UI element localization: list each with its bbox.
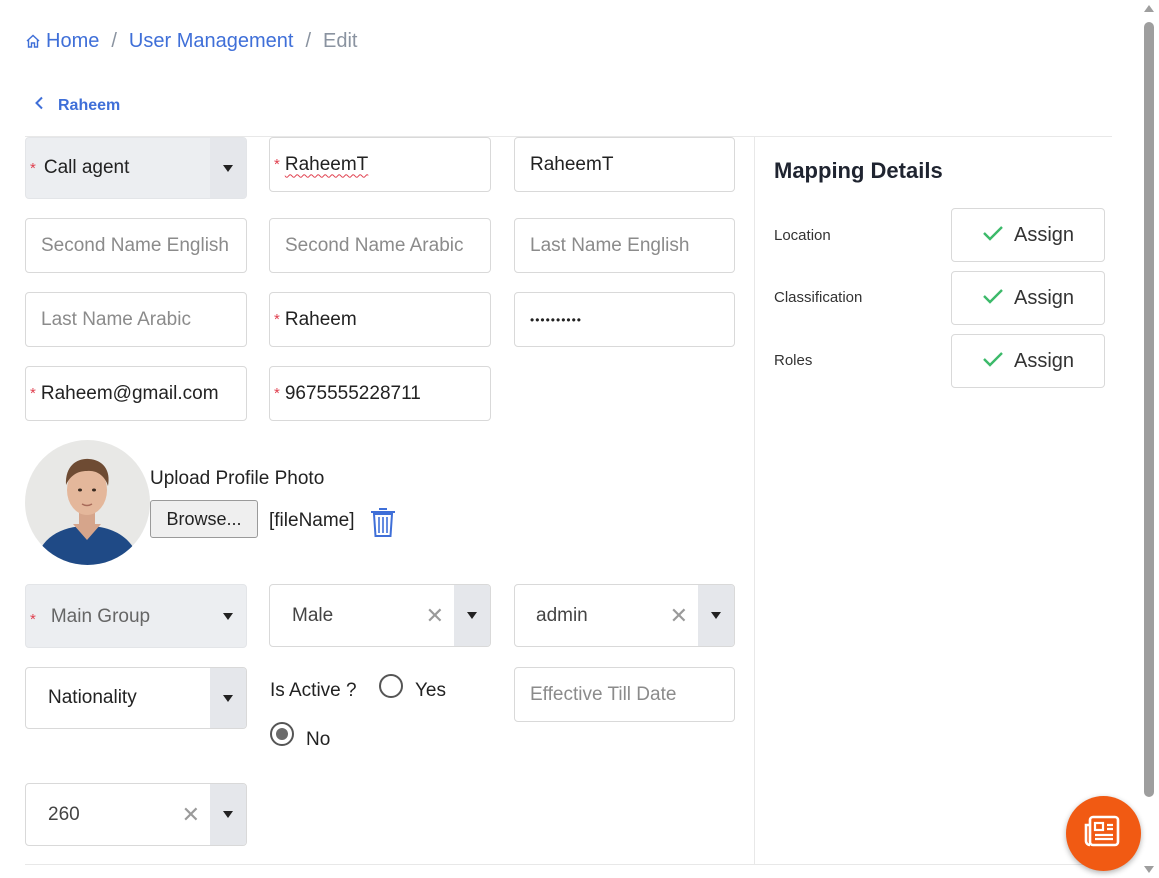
breadcrumb-separator: / (111, 29, 117, 52)
assign-label: Assign (1013, 223, 1075, 246)
classification-label: Classification (774, 289, 863, 306)
scroll-down-arrow-icon[interactable] (1144, 866, 1154, 873)
required-marker: * (274, 156, 280, 173)
chevron-left-icon (34, 96, 44, 115)
divider (25, 864, 1112, 865)
back-link-label: Raheem (58, 96, 121, 114)
trash-icon[interactable] (369, 506, 397, 543)
gender-select[interactable]: Male ✕ (269, 584, 491, 647)
breadcrumb: Home / User Management / Edit (25, 28, 357, 54)
dropdown-arrow-icon[interactable] (210, 585, 246, 647)
mapping-details-title: Mapping Details (774, 158, 943, 183)
first-name-arabic-value: RaheemT (530, 153, 614, 175)
last-name-arabic-field[interactable]: Last Name Arabic (25, 292, 247, 347)
first-name-english-field[interactable]: * RaheemT (269, 137, 491, 192)
dropdown-arrow-icon[interactable] (210, 138, 246, 198)
password-field[interactable]: •••••••••• (514, 292, 735, 347)
news-fab-button[interactable] (1066, 796, 1141, 871)
check-icon (982, 224, 1004, 247)
email-field[interactable]: * Raheem@gmail.com (25, 366, 247, 421)
gender-value: Male (292, 604, 334, 626)
upload-photo-label: Upload Profile Photo (150, 468, 325, 489)
required-marker: * (274, 311, 280, 328)
scroll-up-arrow-icon[interactable] (1144, 5, 1154, 12)
dropdown-arrow-icon[interactable] (210, 784, 246, 845)
back-link[interactable]: Raheem (34, 96, 120, 115)
assign-classification-button[interactable]: Assign (951, 271, 1105, 325)
is-active-label: Is Active ? (270, 680, 357, 701)
assign-label: Assign (1013, 286, 1075, 309)
check-icon (982, 350, 1004, 373)
assign-roles-button[interactable]: Assign (951, 334, 1105, 388)
username-field[interactable]: * Raheem (269, 292, 491, 347)
effective-till-date-field[interactable]: Effective Till Date (514, 667, 735, 722)
second-name-arabic-placeholder: Second Name Arabic (285, 234, 464, 256)
required-marker: * (274, 385, 280, 402)
role-select[interactable]: admin ✕ (514, 584, 735, 647)
avatar (25, 440, 150, 565)
nationality-select[interactable]: Nationality (25, 667, 247, 729)
last-name-english-placeholder: Last Name English (530, 234, 690, 256)
second-name-english-placeholder: Second Name English (41, 234, 229, 256)
breadcrumb-separator: / (305, 29, 312, 52)
browse-button[interactable]: Browse... (150, 500, 258, 538)
first-name-english-value: RaheemT (284, 153, 369, 175)
required-marker: * (30, 385, 36, 402)
active-no-radio[interactable] (270, 722, 294, 746)
breadcrumb-home-link[interactable]: Home (46, 30, 99, 53)
assign-label: Assign (1013, 349, 1075, 372)
phone-field[interactable]: * 9675555228711 (269, 366, 491, 421)
main-group-placeholder: Main Group (50, 606, 151, 627)
last-name-english-field[interactable]: Last Name English (514, 218, 735, 273)
location-label: Location (774, 227, 831, 244)
phone-value: 9675555228711 (284, 382, 421, 404)
clear-icon[interactable]: ✕ (426, 603, 444, 629)
check-icon (982, 287, 1004, 310)
nationality-value: Nationality (48, 687, 137, 708)
dropdown-arrow-icon[interactable] (454, 585, 490, 646)
breadcrumb-current: Edit (323, 29, 358, 52)
news-icon (1084, 813, 1124, 854)
file-name-text: [fileName] (269, 510, 355, 531)
breadcrumb-user-management-link[interactable]: User Management (129, 30, 294, 53)
role-value: admin (536, 604, 588, 626)
main-group-select[interactable]: * Main Group (25, 584, 247, 648)
password-value: •••••••••• (530, 312, 583, 327)
last-name-arabic-placeholder: Last Name Arabic (41, 308, 191, 330)
dropdown-arrow-icon[interactable] (698, 585, 734, 646)
yes-label: Yes (415, 680, 446, 701)
user-type-select[interactable]: * Call agent (25, 137, 247, 199)
clear-icon[interactable]: ✕ (182, 802, 200, 828)
dropdown-arrow-icon[interactable] (210, 668, 246, 728)
required-marker: * (30, 610, 36, 628)
first-name-arabic-field[interactable]: RaheemT (514, 137, 735, 192)
email-value: Raheem@gmail.com (40, 382, 219, 404)
no-label: No (306, 729, 331, 750)
username-value: Raheem (284, 308, 357, 330)
active-yes-radio[interactable] (379, 674, 403, 698)
divider (754, 137, 755, 865)
user-type-value: Call agent (43, 157, 130, 178)
scrollbar-thumb[interactable] (1144, 22, 1154, 797)
effective-till-date-placeholder: Effective Till Date (530, 683, 677, 705)
assign-location-button[interactable]: Assign (951, 208, 1105, 262)
second-name-english-field[interactable]: Second Name English (25, 218, 247, 273)
required-marker: * (30, 159, 36, 177)
roles-label: Roles (774, 352, 813, 369)
home-icon[interactable] (25, 32, 41, 55)
extra-select-value: 260 (48, 803, 80, 825)
clear-icon[interactable]: ✕ (670, 603, 688, 629)
second-name-arabic-field[interactable]: Second Name Arabic (269, 218, 491, 273)
extra-select[interactable]: 260 ✕ (25, 783, 247, 846)
